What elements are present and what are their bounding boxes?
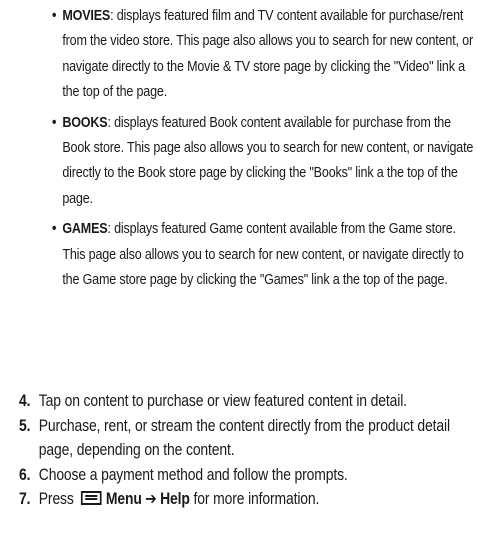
step-text: Tap on content to purchase or view featu… <box>38 392 407 410</box>
bullet-text: : displays featured Game content availab… <box>62 221 464 289</box>
arrow-icon: ➔ <box>145 490 157 509</box>
bullet-term: GAMES <box>62 221 108 238</box>
step-text: Purchase, rent, or stream the content di… <box>38 416 450 460</box>
bullet-term: BOOKS <box>62 114 108 131</box>
list-item: 7. Press Menu ➔ Help for more information. <box>19 487 477 512</box>
step-suffix-text: for more information. <box>193 490 320 509</box>
menu-label: Menu <box>105 490 142 509</box>
menu-icon <box>80 491 102 506</box>
step-text: Choose a payment method and follow the p… <box>38 465 348 484</box>
bullet-icon: • <box>52 114 57 131</box>
list-item: 4. Tap on content to purchase or view fe… <box>19 389 477 414</box>
bullet-text: : displays featured Book content availab… <box>62 114 474 207</box>
list-item: • GAMES: displays featured Game content … <box>52 217 477 293</box>
bullet-text: : displays featured film and TV content … <box>62 8 473 101</box>
list-item: • MOVIES: displays featured film and TV … <box>52 4 477 106</box>
document-page: • MOVIES: displays featured film and TV … <box>0 0 477 541</box>
step-list: 4. Tap on content to purchase or view fe… <box>19 389 469 512</box>
bullet-icon: • <box>52 8 57 24</box>
step-number: 4. <box>19 392 31 410</box>
list-item: 5. Purchase, rent, or stream the content… <box>19 414 477 463</box>
bullet-term: MOVIES <box>62 8 111 24</box>
store-section-list: • MOVIES: displays featured film and TV … <box>52 4 473 298</box>
step-number: 6. <box>19 465 31 484</box>
list-item: 6. Choose a payment method and follow th… <box>19 463 477 488</box>
list-item: • BOOKS: displays featured Book content … <box>52 111 477 213</box>
step-press-text: Press <box>38 490 74 509</box>
step-number: 5. <box>19 416 31 435</box>
help-label: Help <box>160 490 190 509</box>
bullet-icon: • <box>52 221 57 238</box>
step-number: 7. <box>19 490 31 509</box>
